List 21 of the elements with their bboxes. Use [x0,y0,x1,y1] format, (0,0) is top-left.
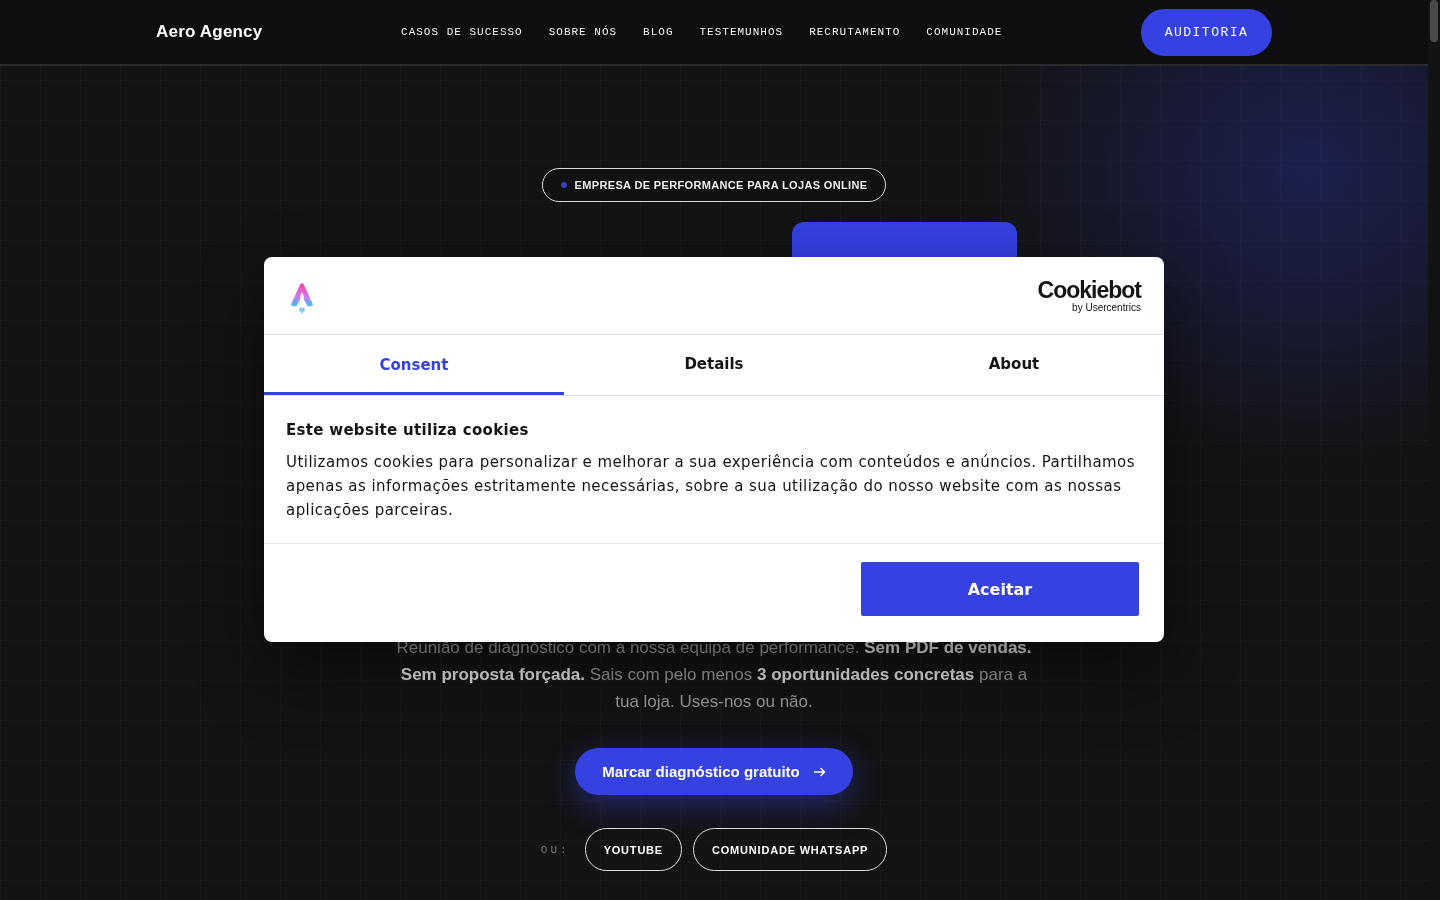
rocket-logo-icon [290,281,314,314]
site-logo[interactable]: Aero Agency [156,22,263,42]
dialog-message: Utilizamos cookies para personalizar e melhorar a sua experiência com conteúdos e anúncios. Partilhamos apenas as informações estritamente necessárias, sobre a sua utilização do nosso website com as nossas aplicações parceiras. [286,452,1136,521]
accept-button[interactable]: Aceitar [861,562,1139,616]
diagnosis-button[interactable]: Marcar diagnóstico gratuito [575,748,853,795]
nav-link[interactable]: BLOG [643,26,674,38]
or-label: OU: [540,843,570,856]
brand-logo-text: Cookiebot [1037,278,1141,302]
scrollbar-thumb[interactable] [1430,0,1438,42]
dialog-title: Este website utiliza cookies [286,420,530,440]
nav-link[interactable]: COMUNIDADE [926,26,1003,38]
brand-byline: by Usercentrics [1072,302,1141,313]
nav-link[interactable]: TESTEMUNHOS [699,26,784,38]
nav-link[interactable]: CASOS DE SUCESSO [401,26,523,38]
audit-button[interactable]: AUDITORIA [1141,8,1272,56]
arrow-right-icon [813,766,826,777]
badge-text: EMPRESA DE PERFORMANCE PARA LOJAS ONLINE [574,179,868,191]
dot-icon [560,182,567,188]
dialog-tab[interactable]: Consent [264,335,564,395]
nav-link[interactable]: RECRUTAMENTO [809,26,901,38]
nav-link[interactable]: SOBRE NÓS [548,26,618,38]
